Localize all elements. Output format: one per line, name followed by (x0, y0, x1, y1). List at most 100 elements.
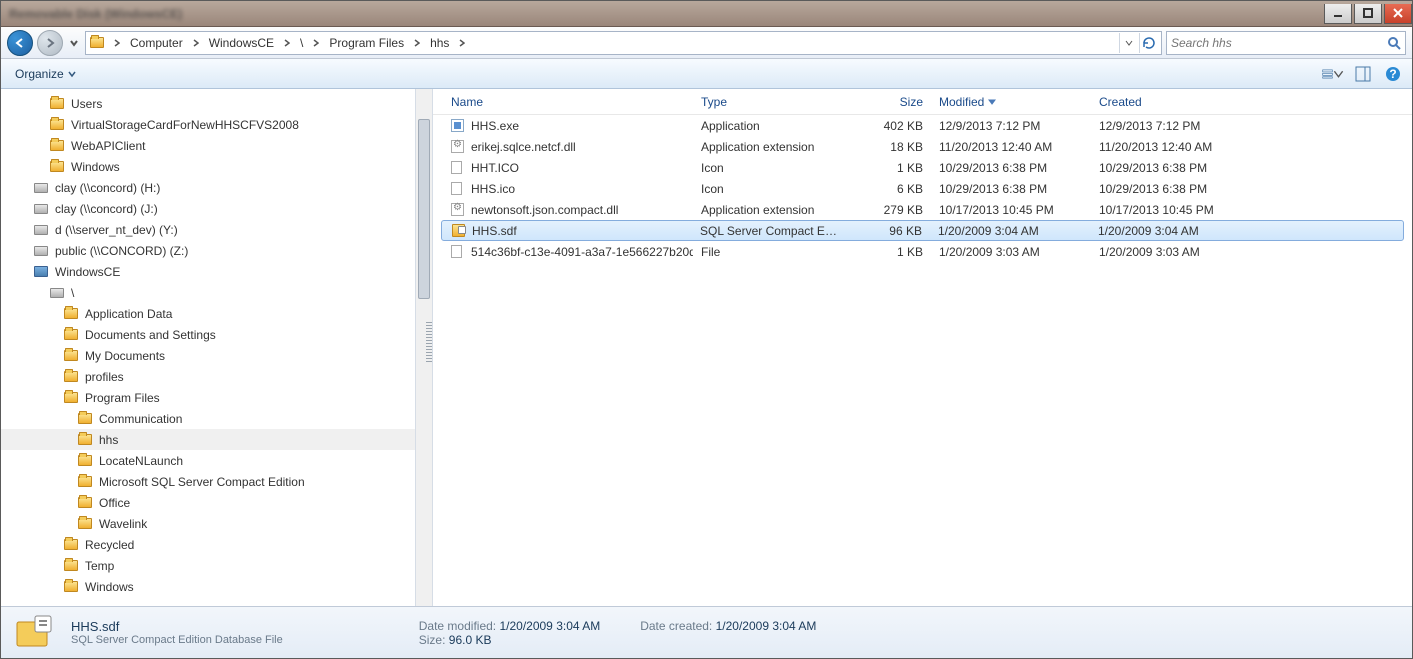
forward-button[interactable] (37, 30, 63, 56)
column-created[interactable]: Created (1091, 89, 1251, 114)
tree-item[interactable]: clay (\\concord) (J:) (1, 198, 432, 219)
column-name[interactable]: Name (443, 89, 693, 114)
refresh-button[interactable] (1139, 33, 1157, 53)
folder-icon (49, 97, 65, 111)
tree-item[interactable]: VirtualStorageCardForNewHHSCFVS2008 (1, 114, 432, 135)
details-title: HHS.sdf SQL Server Compact Edition Datab… (71, 619, 283, 646)
chevron-right-icon[interactable] (455, 32, 469, 54)
tree-item[interactable]: Microsoft SQL Server Compact Edition (1, 471, 432, 492)
file-icon (451, 244, 467, 260)
folder-tree[interactable]: UsersVirtualStorageCardForNewHHSCFVS2008… (1, 89, 433, 606)
file-name: HHS.exe (471, 119, 519, 133)
tree-item-label: Windows (85, 580, 134, 594)
folder-icon (63, 538, 79, 552)
tree-item[interactable]: Office (1, 492, 432, 513)
app-icon (451, 118, 467, 134)
tree-item[interactable]: Program Files (1, 387, 432, 408)
tree-item-label: Documents and Settings (85, 328, 216, 342)
chevron-right-icon[interactable] (110, 32, 124, 54)
explorer-window: Removable Disk (WindowsCE) Computer Wind… (0, 0, 1413, 659)
tree-item[interactable]: \ (1, 282, 432, 303)
file-row[interactable]: newtonsoft.json.compact.dllApplication e… (433, 199, 1412, 220)
tree-item[interactable]: public (\\CONCORD) (Z:) (1, 240, 432, 261)
file-name: HHT.ICO (471, 161, 519, 175)
close-button[interactable] (1384, 4, 1412, 24)
maximize-button[interactable] (1354, 4, 1382, 24)
tree-item[interactable]: Temp (1, 555, 432, 576)
file-row[interactable]: 514c36bf-c13e-4091-a3a7-1e566227b20dFile… (433, 241, 1412, 262)
folder-icon (77, 412, 93, 426)
search-input[interactable] (1166, 31, 1406, 55)
minimize-button[interactable] (1324, 4, 1352, 24)
tree-item[interactable]: Users (1, 93, 432, 114)
breadcrumb-segment[interactable]: hhs (424, 32, 455, 54)
drive-icon (33, 244, 49, 258)
dll-icon (451, 202, 467, 218)
tree-item-label: Recycled (85, 538, 134, 552)
folder-icon (77, 496, 93, 510)
tree-item[interactable]: Documents and Settings (1, 324, 432, 345)
back-button[interactable] (7, 30, 33, 56)
tree-item[interactable]: Windows (1, 156, 432, 177)
tree-item[interactable]: My Documents (1, 345, 432, 366)
breadcrumb-segment[interactable]: WindowsCE (203, 32, 280, 54)
tree-item[interactable]: Communication (1, 408, 432, 429)
search-field[interactable] (1171, 36, 1387, 50)
help-button[interactable]: ? (1382, 63, 1404, 85)
tree-item[interactable]: WebAPIClient (1, 135, 432, 156)
file-created: 12/9/2013 7:12 PM (1091, 119, 1251, 133)
tree-item[interactable]: WindowsCE (1, 261, 432, 282)
chevron-right-icon[interactable] (410, 32, 424, 54)
organize-button[interactable]: Organize (9, 65, 82, 83)
file-row[interactable]: HHS.exeApplication402 KB12/9/2013 7:12 P… (433, 115, 1412, 136)
titlebar[interactable]: Removable Disk (WindowsCE) (1, 1, 1412, 27)
svg-text:?: ? (1389, 67, 1396, 81)
view-button[interactable] (1322, 63, 1344, 85)
file-row[interactable]: HHS.icoIcon6 KB10/29/2013 6:38 PM10/29/2… (433, 178, 1412, 199)
breadcrumb-segment[interactable]: Program Files (323, 32, 410, 54)
column-type[interactable]: Type (693, 89, 851, 114)
scrollbar-thumb[interactable] (418, 119, 430, 299)
monitor-icon (33, 265, 49, 279)
tree-item-label: d (\\server_nt_dev) (Y:) (55, 223, 178, 237)
splitter-handle[interactable] (426, 322, 432, 362)
file-row[interactable]: HHT.ICOIcon1 KB10/29/2013 6:38 PM10/29/2… (433, 157, 1412, 178)
breadcrumb-segment[interactable]: Computer (124, 32, 189, 54)
details-icon (13, 612, 55, 654)
breadcrumb-dropdown[interactable] (1119, 33, 1137, 53)
chevron-right-icon[interactable] (280, 32, 294, 54)
folder-icon (49, 139, 65, 153)
tree-item[interactable]: Recycled (1, 534, 432, 555)
chevron-right-icon[interactable] (309, 32, 323, 54)
tree-item[interactable]: clay (\\concord) (H:) (1, 177, 432, 198)
folder-icon (63, 370, 79, 384)
tree-item[interactable]: hhs (1, 429, 432, 450)
folder-icon (63, 559, 79, 573)
tree-item[interactable]: Windows (1, 576, 432, 597)
file-type: Icon (693, 161, 851, 175)
file-name: newtonsoft.json.compact.dll (471, 203, 618, 217)
tree-item[interactable]: d (\\server_nt_dev) (Y:) (1, 219, 432, 240)
folder-icon (77, 475, 93, 489)
tree-item[interactable]: LocateNLaunch (1, 450, 432, 471)
chevron-right-icon[interactable] (189, 32, 203, 54)
column-headers: Name Type Size Modified Created (433, 89, 1412, 115)
drive-icon (33, 181, 49, 195)
tree-item-label: Windows (71, 160, 120, 174)
breadcrumb[interactable]: Computer WindowsCE \ Program Files hhs (85, 31, 1162, 55)
breadcrumb-segment[interactable]: \ (294, 32, 309, 54)
file-row[interactable]: erikej.sqlce.netcf.dllApplication extens… (433, 136, 1412, 157)
tree-item[interactable]: profiles (1, 366, 432, 387)
file-size: 1 KB (851, 245, 931, 259)
tree-item-label: WebAPIClient (71, 139, 145, 153)
preview-pane-button[interactable] (1352, 63, 1374, 85)
column-modified[interactable]: Modified (931, 89, 1091, 114)
tree-item[interactable]: Wavelink (1, 513, 432, 534)
file-modified: 10/17/2013 10:45 PM (931, 203, 1091, 217)
history-dropdown[interactable] (67, 32, 81, 54)
file-created: 1/20/2009 3:03 AM (1091, 245, 1251, 259)
column-size[interactable]: Size (851, 89, 931, 114)
file-row[interactable]: HHS.sdfSQL Server Compact Editi...96 KB1… (441, 220, 1404, 241)
tree-item[interactable]: Application Data (1, 303, 432, 324)
window-title: Removable Disk (WindowsCE) (9, 7, 182, 21)
